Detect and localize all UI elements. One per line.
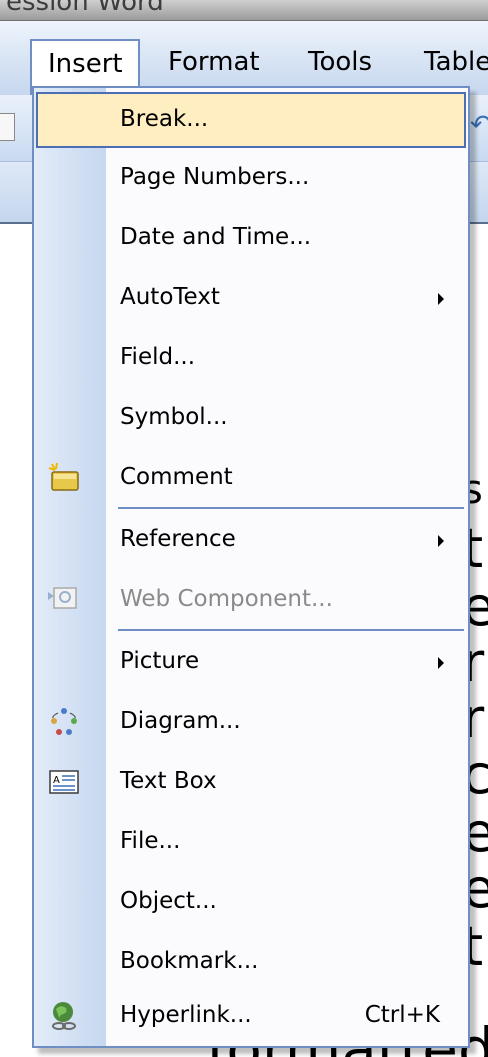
menu-item-label: Web Component...	[120, 586, 333, 612]
menu-item-object[interactable]: Object...	[36, 874, 466, 930]
menu-tools[interactable]: Tools	[308, 47, 372, 77]
menu-item-web-component[interactable]: Web Component...	[36, 572, 466, 628]
text-box-icon: A	[49, 770, 79, 794]
web-component-icon	[48, 587, 77, 609]
menu-item-label: Text Box	[120, 768, 217, 794]
menu-item-date-time[interactable]: Date and Time...	[36, 210, 466, 266]
menu-item-field[interactable]: Field...	[36, 330, 466, 386]
menu-insert-label: Insert	[48, 49, 123, 79]
menu-item-label: Diagram...	[120, 708, 241, 734]
toolbar-page-icon[interactable]	[0, 113, 15, 141]
hyperlink-icon	[52, 1002, 76, 1030]
menu-item-reference[interactable]: Reference	[36, 512, 466, 568]
word-window: ession Word Insert Format Tools Table ↶ …	[0, 0, 488, 1057]
menu-item-text-box[interactable]: A Text Box	[36, 754, 466, 810]
menu-table-label: Table	[424, 47, 488, 77]
window-title: ession Word	[6, 0, 164, 17]
menu-format-label: Format	[168, 47, 260, 77]
insert-menu-dropdown: Break... Page Numbers... Date and Time..…	[32, 86, 470, 1048]
menu-bar: Insert Format Tools Table	[0, 21, 488, 99]
menu-item-label: AutoText	[120, 284, 220, 310]
menu-item-break[interactable]: Break...	[36, 92, 466, 148]
menu-item-label: Break...	[120, 106, 209, 132]
comment-icon	[48, 462, 79, 491]
menu-item-label: Field...	[120, 344, 196, 370]
submenu-arrow-icon	[438, 293, 444, 305]
menu-item-label: Object...	[120, 888, 217, 914]
menu-item-shortcut: Ctrl+K	[364, 1002, 440, 1028]
submenu-arrow-icon	[438, 657, 444, 669]
menu-item-label: Page Numbers...	[120, 164, 310, 190]
menu-item-label: Symbol...	[120, 404, 228, 430]
menu-item-symbol[interactable]: Symbol...	[36, 390, 466, 446]
diagram-icon	[51, 708, 77, 735]
menu-item-hyperlink[interactable]: Hyperlink... Ctrl+K	[36, 988, 466, 1044]
menu-item-file[interactable]: File...	[36, 814, 466, 870]
toolbar-undo-icon[interactable]: ↶	[470, 110, 488, 140]
svg-text:A: A	[53, 775, 60, 786]
menu-format[interactable]: Format	[168, 47, 260, 77]
menu-item-label: File...	[120, 828, 181, 854]
menu-separator	[118, 507, 464, 509]
menu-item-bookmark[interactable]: Bookmark...	[36, 934, 466, 990]
menu-item-label: Picture	[120, 648, 200, 674]
menu-tools-label: Tools	[308, 47, 373, 77]
menu-item-picture[interactable]: Picture	[36, 634, 466, 690]
menu-item-label: Date and Time...	[120, 224, 312, 250]
menu-separator	[118, 629, 464, 631]
menu-item-diagram[interactable]: Diagram...	[36, 694, 466, 750]
title-bar: ession Word	[0, 0, 488, 21]
menu-item-label: Comment	[120, 464, 233, 490]
menu-item-label: Bookmark...	[120, 948, 259, 974]
menu-item-autotext[interactable]: AutoText	[36, 270, 466, 326]
menu-table[interactable]: Table	[424, 47, 488, 77]
menu-item-comment[interactable]: Comment	[36, 450, 466, 506]
menu-item-page-numbers[interactable]: Page Numbers...	[36, 150, 466, 206]
menu-item-label: Reference	[120, 526, 236, 552]
menu-item-label: Hyperlink...	[120, 1002, 252, 1028]
submenu-arrow-icon	[438, 535, 444, 547]
